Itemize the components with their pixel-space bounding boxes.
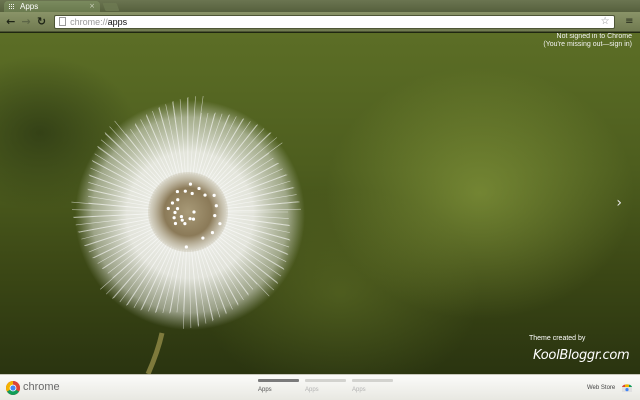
chevron-right-icon[interactable]: › [616,195,622,211]
menu-icon[interactable]: ≡ [623,15,636,29]
back-button[interactable]: ← [4,15,17,29]
tab-strip: Apps × [0,0,640,12]
web-store-link[interactable]: Web Store [587,385,615,391]
reload-button[interactable]: ↻ [35,15,48,29]
toolbar: ← → ↻ chrome:// apps ☆ ≡ [0,12,640,32]
signin-promo[interactable]: Not signed in to Chrome (You're missing … [543,33,632,49]
tab-apps[interactable]: Apps × [4,1,100,12]
new-tab-button[interactable] [102,3,120,11]
apps-grid-icon [9,3,15,10]
forward-button[interactable]: → [19,15,32,29]
page-switcher-label: Apps [258,387,272,393]
theme-brand: KoolBloggr.com [533,348,630,363]
close-icon[interactable]: × [89,3,95,10]
tab-title: Apps [20,2,39,11]
page-indicator-bar [305,379,346,382]
page-icon [59,17,67,26]
bottom-bar: chrome Apps Apps Apps Web Store [0,374,640,400]
theme-credit: Theme created by [529,335,586,342]
page-indicator-bar [258,379,299,382]
chrome-logo-icon [6,381,20,395]
signin-line-1: Not signed in to Chrome [556,33,632,40]
page-switcher-label: Apps [305,387,319,393]
apps-page: Not signed in to Chrome (You're missing … [0,33,640,374]
page-switcher-label: Apps [352,387,366,393]
chrome-wordmark: chrome [23,381,60,393]
address-bar[interactable]: chrome:// apps ☆ [54,14,615,29]
web-store-icon[interactable] [621,384,633,392]
page-switcher-apps-3[interactable]: Apps [352,379,393,399]
url-scheme: chrome:// [70,16,108,27]
page-switcher-apps-2[interactable]: Apps [305,379,346,399]
url-host: apps [107,16,128,27]
dandelion-background-image [71,95,305,374]
page-indicator-bar [352,379,393,382]
signin-line-2[interactable]: (You're missing out—sign in) [543,41,632,49]
page-switcher-apps-1[interactable]: Apps [258,379,299,399]
bookmark-star-icon[interactable]: ☆ [601,16,610,27]
